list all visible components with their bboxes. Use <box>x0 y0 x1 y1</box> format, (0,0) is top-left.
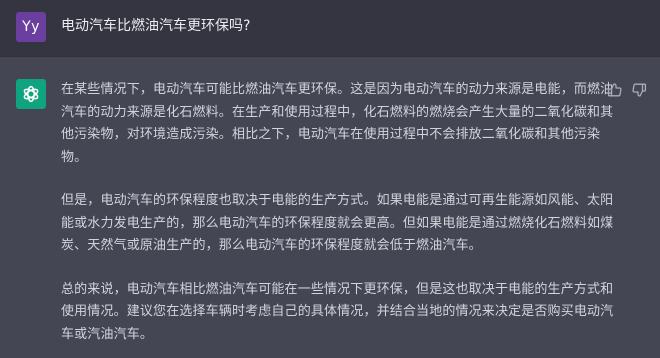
thumbs-down-icon <box>632 83 647 97</box>
user-message-text: 电动汽车比燃油汽车更环保吗? <box>61 18 251 34</box>
thumbs-up-button[interactable] <box>607 82 623 98</box>
assistant-answer: 在某些情况下，电动汽车可能比燃油汽车更环保。这是因为电动汽车的动力来源是电能，而… <box>61 79 616 346</box>
user-message-row: Yy 电动汽车比燃油汽车更环保吗? <box>0 0 660 57</box>
answer-paragraph: 在某些情况下，电动汽车可能比燃油汽车更环保。这是因为电动汽车的动力来源是电能，而… <box>61 82 614 165</box>
thumbs-down-button[interactable] <box>631 82 647 98</box>
thumbs-up-icon <box>607 83 622 97</box>
answer-paragraph: 但是，电动汽车的环保程度也取决于电能的生产方式。如果电能是通过可再生能源如风能、… <box>61 193 614 253</box>
assistant-message-row: 在某些情况下，电动汽车可能比燃油汽车更环保。这是因为电动汽车的动力来源是电能，而… <box>0 57 660 358</box>
answer-paragraph: 总的来说，电动汽车相比燃油汽车可能在一些情况下更环保，但是这也取决于电能的生产方… <box>61 281 614 342</box>
assistant-avatar <box>16 79 46 109</box>
openai-logo-icon <box>23 85 39 103</box>
user-avatar: Yy <box>16 12 46 42</box>
